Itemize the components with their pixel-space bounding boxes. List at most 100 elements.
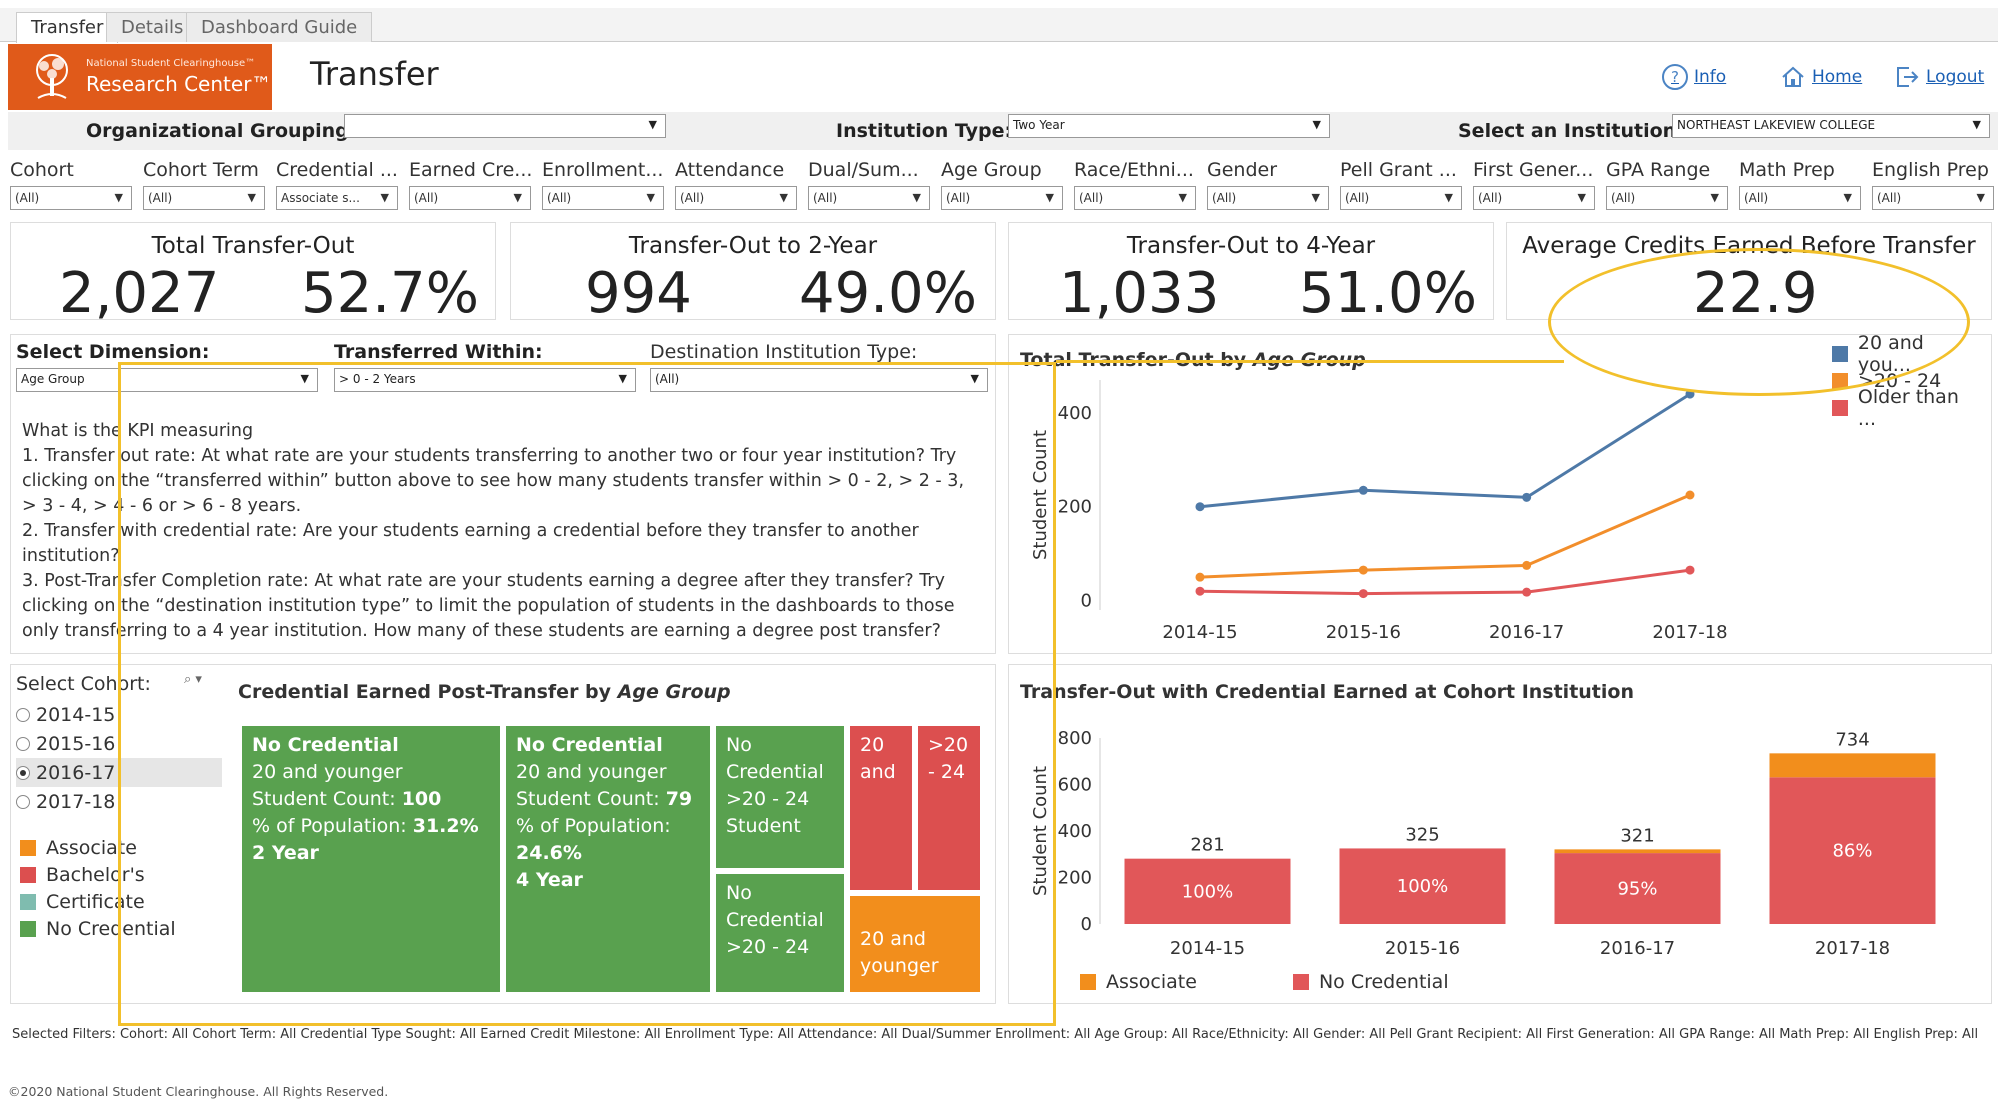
filter-label: Enrollment... — [542, 159, 664, 181]
kpi-four-year-title: Transfer-Out to 4-Year — [1126, 233, 1376, 259]
filter-label: Attendance — [675, 159, 785, 181]
line-chart: Student Count02004002014-15 2015-16 2016-1… — [1030, 380, 1728, 643]
x-tick-label: 2016-17 — [1600, 938, 1675, 959]
filter-value: (All) — [414, 191, 439, 205]
series-line[interactable] — [1199, 493, 1691, 579]
x-tick-label: 2014-15 — [1162, 622, 1237, 643]
filter-dropdown[interactable]: (All) ▼ — [1606, 186, 1728, 210]
data-point[interactable] — [1195, 572, 1205, 582]
transferred-within-label: Transferred Within: — [334, 341, 543, 363]
data-point[interactable] — [1522, 492, 1532, 502]
chevron-down-icon: ▼ — [912, 191, 921, 204]
kpi-transfer-four-year: Transfer-Out to 4-Year 1,033 51.0% — [1008, 222, 1494, 326]
kpi-two-year-count: 994 — [585, 261, 692, 326]
filter-dropdown[interactable]: (All) ▼ — [1739, 186, 1861, 210]
dimension-value: Age Group — [21, 372, 85, 386]
page-title: Transfer — [310, 55, 439, 93]
bar-chart: Student Count0200400600800281100%2014-15… — [1030, 728, 1936, 959]
bar-total-label: 281 — [1190, 835, 1224, 856]
filter-label: Age Group — [941, 159, 1042, 181]
copyright: ©2020 National Student Clearinghouse. Al… — [8, 1084, 389, 1099]
radio-icon — [16, 736, 30, 751]
x-tick-label: 2015-16 — [1326, 622, 1401, 643]
data-point[interactable] — [1685, 490, 1695, 500]
research-center-logo: National Student Clearinghouse™ Research… — [8, 44, 272, 110]
tab-dashboard-guide[interactable]: Dashboard Guide — [186, 12, 373, 42]
data-point[interactable] — [1522, 560, 1532, 570]
logout-link-label: Logout — [1926, 67, 1985, 87]
filter-dropdown[interactable]: (All) ▼ — [143, 186, 265, 210]
filter-label: Pell Grant ... — [1340, 159, 1457, 181]
filter-dropdown[interactable]: (All) ▼ — [1473, 186, 1595, 210]
institution-dropdown[interactable]: NORTHEAST LAKEVIEW COLLEGE ▼ — [1672, 114, 1990, 138]
filter-dropdown[interactable]: Associate s... ▼ — [276, 186, 398, 210]
legend-swatch — [20, 866, 36, 883]
info-link[interactable]: ? Info — [1662, 64, 1726, 90]
chevron-down-icon: ▼ — [1577, 191, 1586, 204]
selected-filters: Selected Filters: Cohort: All Cohort Ter… — [12, 1027, 1979, 1042]
chevron-down-icon: ▼ — [779, 191, 788, 204]
filter-dropdown[interactable]: (All) ▼ — [1074, 186, 1196, 210]
kpi-total-title: Total Transfer-Out — [151, 233, 355, 259]
filter-dropdown[interactable]: (All) ▼ — [1340, 186, 1462, 210]
filter-dropdown[interactable]: (All) ▼ — [1872, 186, 1994, 210]
logout-icon — [1897, 67, 1919, 87]
data-point[interactable] — [1358, 485, 1368, 495]
data-point[interactable] — [1358, 589, 1368, 599]
y-tick-label: 0 — [1081, 591, 1092, 612]
data-point[interactable] — [1358, 565, 1368, 575]
legend-label: Older than ... — [1857, 385, 1959, 430]
data-point[interactable] — [1195, 502, 1205, 512]
filter-dropdown[interactable]: (All) ▼ — [675, 186, 797, 210]
institution-type-dropdown[interactable]: Two Year ▼ — [1008, 114, 1330, 138]
cohort-radio-label: 2014-15 — [36, 703, 116, 726]
bar-pct-label: 100% — [1397, 876, 1448, 897]
legend-swatch — [1832, 399, 1848, 416]
legend-item[interactable]: Older than ... — [1832, 386, 1982, 430]
tab-transfer[interactable]: Transfer — [16, 12, 119, 43]
home-link-label: Home — [1812, 67, 1863, 87]
bar-segment[interactable] — [1554, 849, 1721, 854]
filter-label: Math Prep — [1739, 159, 1835, 181]
filter-value: (All) — [1744, 191, 1769, 205]
chevron-down-icon: ▼ — [114, 191, 123, 204]
y-tick-label: 600 — [1058, 775, 1092, 796]
filter-dropdown[interactable]: (All) ▼ — [542, 186, 664, 210]
filter-dropdown[interactable]: (All) ▼ — [1207, 186, 1329, 210]
series-line[interactable] — [1199, 392, 1691, 509]
radio-icon — [16, 794, 30, 809]
filter-dropdown[interactable]: (All) ▼ — [941, 186, 1063, 210]
tab-details[interactable]: Details — [106, 12, 199, 42]
x-tick-label: 2015-16 — [1385, 938, 1460, 959]
tree-logo-icon — [36, 54, 68, 99]
chevron-down-icon: ▼ — [1311, 191, 1320, 204]
cohort-radio-label: 2015-16 — [36, 732, 116, 755]
tab-bar: Transfer Details Dashboard Guide — [0, 8, 1998, 43]
filter-dropdown[interactable]: (All) ▼ — [808, 186, 930, 210]
data-point[interactable] — [1195, 586, 1205, 596]
logo-big-text: Research Center™ — [86, 72, 272, 96]
institution-type-label: Institution Type: — [836, 120, 1013, 142]
kpi-total-count: 2,027 — [59, 261, 220, 326]
filter-label: GPA Range — [1606, 159, 1711, 181]
filter-dropdown[interactable]: (All) ▼ — [409, 186, 531, 210]
data-point[interactable] — [1522, 587, 1532, 597]
y-tick-label: 400 — [1058, 821, 1092, 842]
chevron-down-icon: ▼ — [1972, 118, 1981, 131]
filter-value: Associate s... — [281, 191, 360, 205]
data-point[interactable] — [1685, 565, 1695, 575]
bar-segment[interactable] — [1769, 753, 1936, 778]
filter-value: (All) — [1079, 191, 1104, 205]
home-link[interactable]: Home — [1780, 64, 1862, 90]
filter-value: (All) — [1478, 191, 1503, 205]
select-dimension-label: Select Dimension: — [16, 341, 210, 363]
legend-item[interactable]: No Credential — [1292, 968, 1449, 995]
logout-link[interactable]: Logout — [1894, 64, 1984, 90]
chevron-down-icon: ▼ — [513, 191, 522, 204]
chevron-down-icon: ▼ — [1976, 191, 1985, 204]
y-tick-label: 200 — [1058, 497, 1092, 518]
filter-dropdown[interactable]: (All) ▼ — [10, 186, 132, 210]
org-grouping-dropdown[interactable]: ▼ — [344, 114, 666, 138]
highlight-rectangle — [118, 362, 1056, 1026]
legend-item[interactable]: Associate — [1080, 968, 1197, 995]
